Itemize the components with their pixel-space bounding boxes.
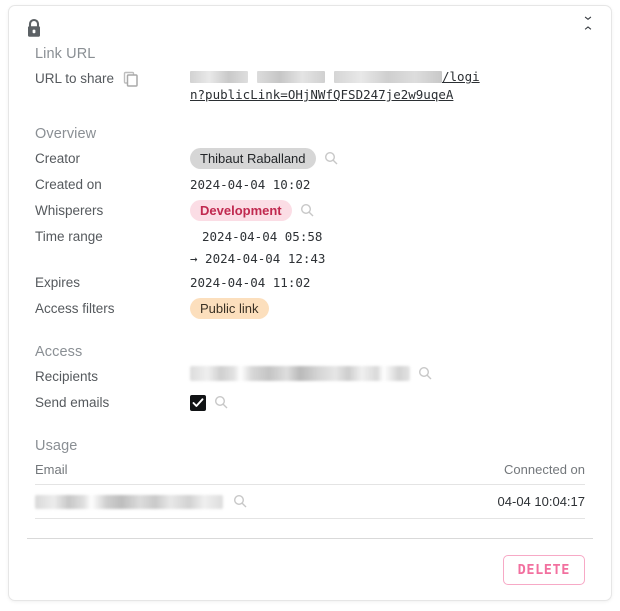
lock-icon bbox=[23, 17, 45, 39]
copy-icon[interactable] bbox=[123, 71, 139, 87]
recipients-value-redacted[interactable] bbox=[190, 366, 410, 381]
row-send-emails: Send emails bbox=[35, 392, 585, 416]
recipients-label: Recipients bbox=[35, 369, 99, 384]
created-on-value: 2024-04-04 10:02 bbox=[190, 177, 311, 192]
section-link-url: Link URL URL to share /login?publicLink=… bbox=[35, 46, 585, 104]
usage-connected-on-cell: 04-04 10:04:17 bbox=[310, 484, 585, 519]
url-redacted-part-2 bbox=[257, 71, 325, 83]
url-to-share-label: URL to share bbox=[35, 71, 115, 86]
row-expires: Expires 2024-04-04 11:02 bbox=[35, 272, 585, 296]
usage-email-redacted bbox=[35, 494, 223, 509]
whisperers-tag[interactable]: Development bbox=[190, 200, 292, 221]
usage-table-header-row: Email Connected on bbox=[35, 462, 585, 485]
section-access: Access Recipients Send emails bbox=[35, 344, 585, 416]
row-recipients: Recipients bbox=[35, 366, 585, 390]
row-creator: Creator Thibaut Raballand bbox=[35, 148, 585, 172]
column-header-email: Email bbox=[35, 462, 310, 485]
section-title-overview: Overview bbox=[35, 126, 97, 142]
section-overview: Overview Creator Thibaut Raballand Creat… bbox=[35, 126, 585, 322]
panel-header bbox=[9, 6, 611, 46]
section-title-link-url: Link URL bbox=[35, 46, 96, 62]
collapse-icon[interactable] bbox=[575, 12, 601, 38]
creator-tag[interactable]: Thibaut Raballand bbox=[190, 148, 316, 169]
search-icon[interactable] bbox=[300, 203, 315, 218]
search-icon[interactable] bbox=[233, 494, 248, 509]
row-url-to-share: URL to share /login?publicLink=OHjNWfQFS… bbox=[35, 68, 585, 104]
row-access-filters: Access filters Public link bbox=[35, 298, 585, 322]
send-emails-checkbox[interactable] bbox=[190, 395, 206, 411]
panel-footer: DELETE bbox=[27, 538, 593, 600]
whisperers-label: Whisperers bbox=[35, 203, 104, 218]
expires-label: Expires bbox=[35, 275, 81, 290]
search-icon[interactable] bbox=[214, 395, 229, 410]
url-to-share-label-group: URL to share bbox=[35, 68, 190, 90]
url-redacted-part-3 bbox=[334, 71, 442, 83]
usage-email-cell bbox=[35, 484, 310, 519]
usage-table: Email Connected on 04-04 10:04:17 bbox=[35, 462, 585, 519]
access-filters-tag[interactable]: Public link bbox=[190, 298, 269, 319]
delete-button[interactable]: DELETE bbox=[502, 554, 585, 585]
row-whisperers: Whisperers Development bbox=[35, 200, 585, 224]
section-usage: Usage Email Connected on 04-04 10:04:17 bbox=[35, 438, 585, 519]
column-header-connected-on: Connected on bbox=[310, 462, 585, 485]
send-emails-label: Send emails bbox=[35, 395, 110, 410]
row-time-range: Time range 2024-04-04 05:58 → 2024-04-04… bbox=[35, 226, 585, 270]
url-to-share-value[interactable]: /login?publicLink=OHjNWfQFSD247je2w9uqeA bbox=[190, 68, 585, 104]
access-filters-label: Access filters bbox=[35, 301, 115, 316]
share-link-panel: Link URL URL to share /login?publicLink=… bbox=[8, 5, 612, 601]
search-icon[interactable] bbox=[418, 366, 433, 381]
section-title-access: Access bbox=[35, 344, 83, 360]
time-range-end: → 2024-04-04 12:43 bbox=[190, 251, 326, 266]
row-created-on: Created on 2024-04-04 10:02 bbox=[35, 174, 585, 198]
time-range-start: 2024-04-04 05:58 bbox=[202, 229, 323, 244]
creator-label: Creator bbox=[35, 151, 81, 166]
table-row: 04-04 10:04:17 bbox=[35, 484, 585, 519]
url-redacted-part-1 bbox=[190, 71, 248, 83]
section-title-usage: Usage bbox=[35, 438, 78, 454]
expires-value: 2024-04-04 11:02 bbox=[190, 275, 311, 290]
time-range-label: Time range bbox=[35, 229, 103, 244]
search-icon[interactable] bbox=[324, 151, 339, 166]
created-on-label: Created on bbox=[35, 177, 102, 192]
